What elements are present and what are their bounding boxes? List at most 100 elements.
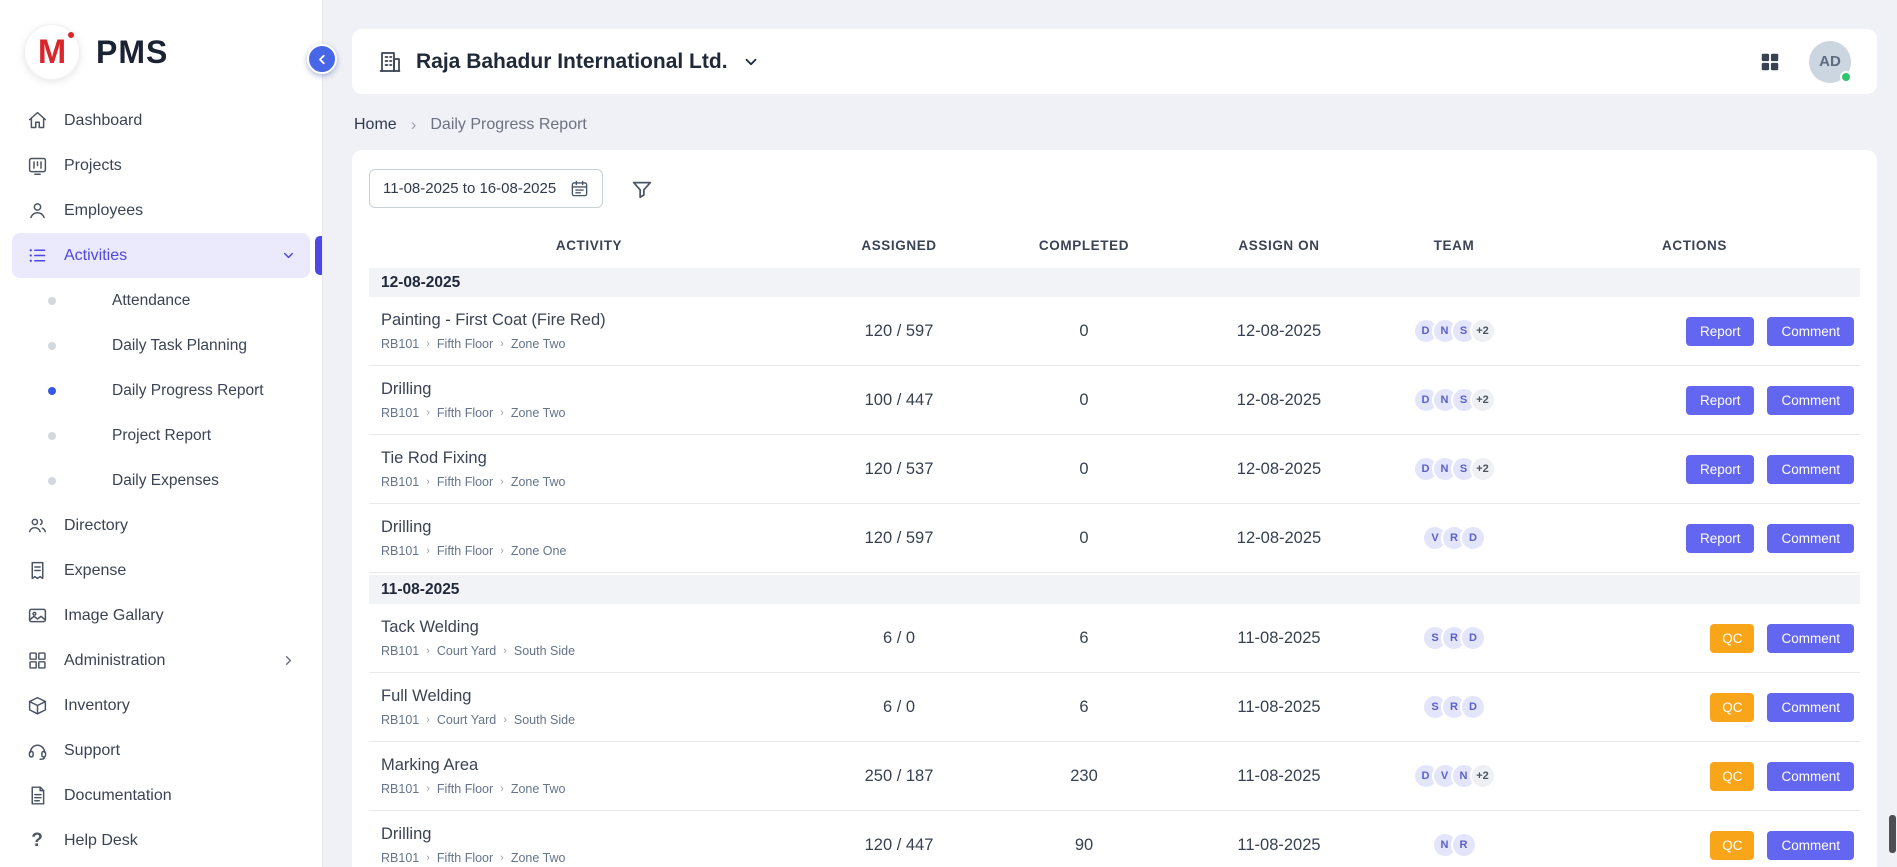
team-extra-badge[interactable]: +2 <box>1470 387 1496 413</box>
company-name: Raja Bahadur International Ltd. <box>416 50 728 74</box>
activity-name: Drilling <box>381 825 797 844</box>
row-actions: Report Comment <box>1529 386 1860 415</box>
comment-button[interactable]: Comment <box>1767 455 1854 484</box>
team-extra-badge[interactable]: +2 <box>1470 456 1496 482</box>
sidebar-collapse-button[interactable] <box>307 44 337 74</box>
path-segment: Fifth Floor <box>437 337 493 351</box>
path-segment: South Side <box>514 644 575 658</box>
logo: M PMS <box>0 0 322 96</box>
date-range-input[interactable]: 11-08-2025 to 16-08-2025 <box>369 169 603 208</box>
qc-button[interactable]: QC <box>1710 762 1754 791</box>
sidebar-item-inventory[interactable]: Inventory <box>12 683 310 728</box>
team-avatars: DNS+2 <box>1379 387 1529 413</box>
assign-on-value: 11-08-2025 <box>1179 836 1379 855</box>
scrollbar-thumb[interactable] <box>1889 815 1896 853</box>
sidebar-item-expense[interactable]: Expense <box>12 548 310 593</box>
qc-button[interactable]: QC <box>1710 693 1754 722</box>
table-row: Painting - First Coat (Fire Red) RB101›F… <box>369 297 1860 366</box>
table-row: Full Welding RB101›Court Yard›South Side… <box>369 673 1860 742</box>
sidebar-subitem-attendance[interactable]: Attendance <box>12 278 310 323</box>
table-row: Tie Rod Fixing RB101›Fifth Floor›Zone Tw… <box>369 435 1860 504</box>
assigned-value: 120 / 597 <box>809 322 989 341</box>
report-button[interactable]: Report <box>1686 386 1755 415</box>
report-button[interactable]: Report <box>1686 455 1755 484</box>
row-actions: QC Comment <box>1529 831 1860 860</box>
team-avatar[interactable]: D <box>1460 625 1486 651</box>
comment-button[interactable]: Comment <box>1767 693 1854 722</box>
report-button[interactable]: Report <box>1686 524 1755 553</box>
sidebar-item-label: Dashboard <box>64 112 142 130</box>
team-extra-badge[interactable]: +2 <box>1470 763 1496 789</box>
breadcrumb-home-link[interactable]: Home <box>354 116 397 134</box>
sidebar-item-employees[interactable]: Employees <box>12 188 310 233</box>
sidebar-item-label: Inventory <box>64 697 130 715</box>
assign-on-value: 12-08-2025 <box>1179 460 1379 479</box>
filter-icon[interactable] <box>631 178 653 200</box>
assign-on-value: 11-08-2025 <box>1179 698 1379 717</box>
table-row: Drilling RB101›Fifth Floor›Zone Two 120 … <box>369 811 1860 867</box>
chevron-down-icon <box>281 248 296 263</box>
sidebar-item-activities[interactable]: Activities <box>12 233 310 278</box>
completed-value: 0 <box>989 460 1179 479</box>
comment-button[interactable]: Comment <box>1767 762 1854 791</box>
path-separator-icon: › <box>503 714 507 726</box>
group-date: 12-08-2025 <box>381 274 460 292</box>
date-group-header: 11-08-2025 <box>369 575 1860 604</box>
sidebar-item-directory[interactable]: Directory <box>12 503 310 548</box>
sidebar-subitem-daily-expenses[interactable]: Daily Expenses <box>12 458 310 503</box>
assign-on-value: 12-08-2025 <box>1179 391 1379 410</box>
sidebar-item-label: Directory <box>64 517 128 535</box>
sidebar-item-projects[interactable]: Projects <box>12 143 310 188</box>
row-actions: QC Comment <box>1529 762 1860 791</box>
comment-button[interactable]: Comment <box>1767 624 1854 653</box>
sidebar-subitem-daily-progress-report[interactable]: Daily Progress Report <box>12 368 310 413</box>
team-extra-badge[interactable]: +2 <box>1470 318 1496 344</box>
company-selector[interactable]: Raja Bahadur International Ltd. <box>378 50 760 74</box>
apps-grid-icon[interactable] <box>1759 51 1781 73</box>
sidebar-item-help-desk[interactable]: ? Help Desk <box>12 818 310 863</box>
activity-path: RB101›Court Yard›South Side <box>381 713 797 727</box>
report-button[interactable]: Report <box>1686 317 1755 346</box>
active-item-indicator <box>315 236 322 275</box>
assign-on-value: 12-08-2025 <box>1179 529 1379 548</box>
sidebar-item-dashboard[interactable]: Dashboard <box>12 98 310 143</box>
sidebar-item-image-gallary[interactable]: Image Gallary <box>12 593 310 638</box>
sidebar-subitem-daily-task-planning[interactable]: Daily Task Planning <box>12 323 310 368</box>
team-avatar[interactable]: D <box>1460 525 1486 551</box>
path-segment: RB101 <box>381 544 419 558</box>
team-avatars: SRD <box>1379 694 1529 720</box>
path-separator-icon: › <box>503 645 507 657</box>
path-segment: RB101 <box>381 851 419 865</box>
column-header-assigned: ASSIGNED <box>809 238 989 253</box>
completed-value: 0 <box>989 322 1179 341</box>
sidebar-menu: Dashboard Projects Employees Activities <box>0 96 322 867</box>
user-avatar[interactable]: AD <box>1809 41 1851 83</box>
path-segment: Fifth Floor <box>437 475 493 489</box>
qc-button[interactable]: QC <box>1710 624 1754 653</box>
row-actions: Report Comment <box>1529 455 1860 484</box>
online-status-dot <box>1840 71 1852 83</box>
table-row: Drilling RB101›Fifth Floor›Zone Two 100 … <box>369 366 1860 435</box>
path-segment: Fifth Floor <box>437 406 493 420</box>
projects-icon <box>26 155 48 177</box>
path-segment: Fifth Floor <box>437 851 493 865</box>
chevron-down-icon <box>742 53 760 71</box>
team-avatar[interactable]: D <box>1460 694 1486 720</box>
comment-button[interactable]: Comment <box>1767 317 1854 346</box>
activity-name: Tie Rod Fixing <box>381 449 797 468</box>
main-area: Raja Bahadur International Ltd. AD Home … <box>323 0 1897 867</box>
support-icon <box>26 740 48 762</box>
sidebar-subitem-project-report[interactable]: Project Report <box>12 413 310 458</box>
sidebar-item-administration[interactable]: Administration <box>12 638 310 683</box>
activity-path: RB101›Fifth Floor›Zone Two <box>381 782 797 796</box>
path-segment: Fifth Floor <box>437 782 493 796</box>
sidebar-item-documentation[interactable]: Documentation <box>12 773 310 818</box>
comment-button[interactable]: Comment <box>1767 386 1854 415</box>
activity-name: Full Welding <box>381 687 797 706</box>
comment-button[interactable]: Comment <box>1767 524 1854 553</box>
comment-button[interactable]: Comment <box>1767 831 1854 860</box>
team-avatar[interactable]: R <box>1451 832 1477 858</box>
helpdesk-icon: ? <box>26 830 48 852</box>
qc-button[interactable]: QC <box>1710 831 1754 860</box>
sidebar-item-support[interactable]: Support <box>12 728 310 773</box>
